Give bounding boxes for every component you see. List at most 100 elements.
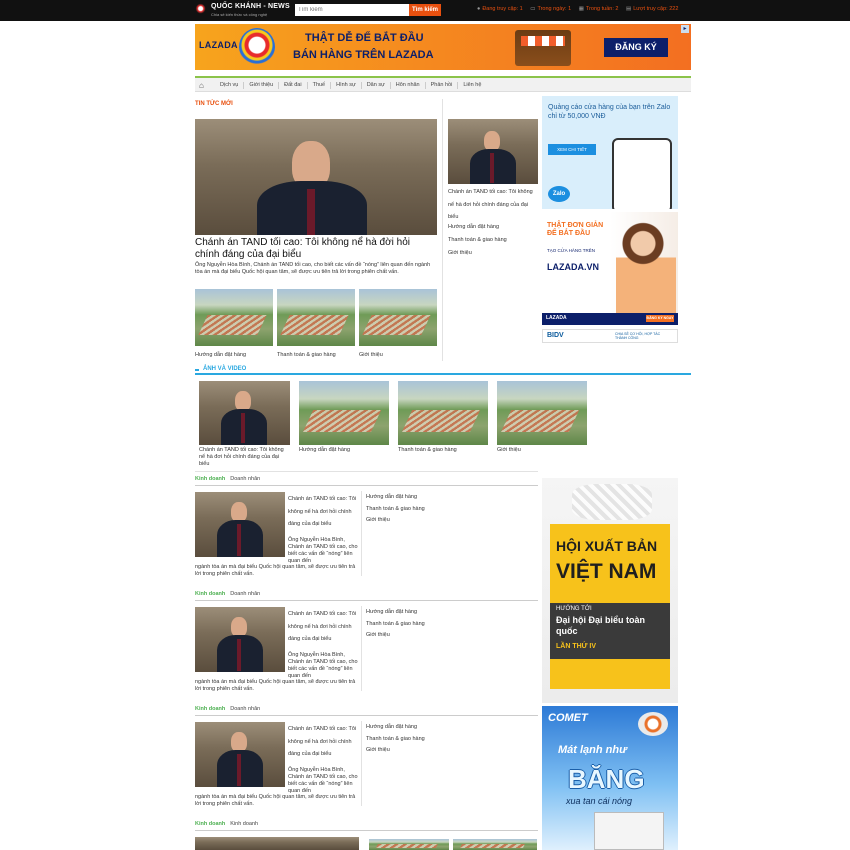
divider [361, 491, 362, 576]
bidv-logo: BIDV [547, 332, 564, 339]
category-sub[interactable]: Doanh nhân [230, 706, 260, 712]
stat-online: ● Đang truy cập: 1 [477, 6, 523, 12]
thumb-caption-3[interactable]: Giới thiệu [359, 352, 383, 359]
zalo-ad[interactable]: Quảng cáo cửa hàng của bạn trên Zalo chỉ… [542, 96, 678, 209]
nav-item-dan-su[interactable]: Dân sự [362, 82, 391, 89]
category-image-4[interactable] [195, 837, 359, 850]
category-header-1: Kinh doanh Doanh nhân [195, 476, 538, 486]
video-image-4[interactable] [497, 381, 587, 445]
bidv-ad[interactable]: BIDV CHIA SẺ CƠ HỘI, HỢP TÁC THÀNH CÔNG [542, 329, 678, 343]
lazada-ad-sub: TẠO CỬA HÀNG TRÊN [547, 248, 596, 253]
comet-sub: xua tan cái nóng [566, 796, 633, 806]
calendar-icon: ▭ [530, 6, 536, 12]
stat-total: ▤ Lượt truy cập: 222 [625, 6, 679, 12]
category-title[interactable]: Kinh doanh [195, 591, 225, 597]
comet-ad[interactable]: COMET Mát lạnh như BĂNG xua tan cái nóng [542, 706, 678, 850]
category-link[interactable]: Thanh toán & giao hàng [366, 621, 425, 628]
side-news-caption[interactable]: Chánh án TAND tối cao: Tôi không nể hà đ… [448, 186, 538, 224]
lazada-side-ad[interactable]: THẬT ĐƠN GIẢN ĐỂ BẮT ĐẦU TẠO CỬA HÀNG TR… [542, 212, 678, 325]
banner-register-button[interactable]: ĐĂNG KÝ [604, 38, 668, 57]
publishing-association-ad[interactable]: HỘI XUẤT BẢN VIỆT NAM HƯỚNG TỚI Đại hội … [542, 478, 678, 703]
category-link[interactable]: Giới thiệu [366, 747, 390, 754]
category-image-2[interactable] [195, 607, 285, 672]
category-title-3[interactable]: Chánh án TAND tối cao: Tôi không nể hà đ… [288, 723, 358, 761]
video-section-header: ẢNH VÀ VIDEO [195, 366, 691, 375]
nav-item-gioi-thieu[interactable]: Giới thiệu [244, 82, 280, 89]
category-link[interactable]: Thanh toán & giao hàng [366, 506, 425, 513]
search-input[interactable] [295, 4, 409, 16]
category-title-2[interactable]: Chánh án TAND tối cao: Tôi không nể hà đ… [288, 608, 358, 646]
home-icon[interactable]: ⌂ [199, 81, 204, 90]
nav-item-hinh-su[interactable]: Hình sự [331, 82, 362, 89]
category-summary-2: Ông Nguyễn Hòa Bình, Chánh án TAND tối c… [288, 652, 358, 679]
lazada-ad-button[interactable]: ĐĂNG KÝ NGAY [646, 315, 674, 322]
comet-logo: COMET [548, 712, 588, 724]
video-image-2[interactable] [299, 381, 389, 445]
zalo-ad-text: Quảng cáo cửa hàng của bạn trên Zalo chỉ… [548, 104, 671, 120]
logo-icon [195, 3, 209, 17]
stat-today: ▭ Trong ngày: 1 [530, 6, 572, 12]
phone-icon [612, 138, 672, 209]
category-image-4b[interactable] [369, 839, 449, 850]
lazada-banner-ad[interactable]: LAZADA THẬT DỄ ĐỂ BẮT ĐẦU BÁN HÀNG TRÊN … [195, 24, 691, 70]
category-link[interactable]: Giới thiệu [366, 632, 390, 639]
latest-section-title: TIN TỨC MỚI [195, 101, 233, 107]
category-title[interactable]: Kinh doanh [195, 476, 225, 482]
category-sub[interactable]: Kinh doanh [230, 821, 258, 827]
category-image-3[interactable] [195, 722, 285, 787]
nav-item-phan-hoi[interactable]: Phản hồi [426, 82, 459, 89]
video-section-title: ẢNH VÀ VIDEO [203, 366, 247, 372]
category-title-1[interactable]: Chánh án TAND tối cao: Tôi không nể hà đ… [288, 493, 358, 531]
ad-close-icon[interactable]: ▸ [681, 25, 689, 33]
category-image-4c[interactable] [453, 839, 537, 850]
lazada-foot-logo: LAZADA [546, 315, 567, 321]
category-title[interactable]: Kinh doanh [195, 821, 225, 827]
thumb-image-2[interactable] [277, 289, 355, 346]
nav-item-dich-vu[interactable]: Dịch vụ [215, 82, 245, 89]
category-sub[interactable]: Doanh nhân [230, 476, 260, 482]
nav-item-lien-he[interactable]: Liên hệ [458, 82, 486, 89]
main-news-image[interactable] [195, 119, 437, 235]
video-caption-3[interactable]: Thanh toán & giao hàng [398, 447, 457, 454]
nav-item-thue[interactable]: Thuế [308, 82, 332, 89]
thumb-caption-1[interactable]: Hướng dẫn đặt hàng [195, 352, 246, 359]
category-link[interactable]: Giới thiệu [366, 517, 390, 524]
nav-item-hon-nhan[interactable]: Hôn nhân [391, 82, 426, 89]
zalo-ad-button[interactable]: XEM CHI TIẾT [548, 144, 596, 155]
site-logo[interactable]: QUỐC KHÁNH - NEWS Chia sẻ kiến thức và c… [195, 3, 290, 18]
online-icon: ● [477, 6, 481, 12]
search-button[interactable]: Tìm kiếm [409, 4, 441, 16]
side-news-image[interactable] [448, 119, 538, 184]
side-link-2[interactable]: Thanh toán & giao hàng [448, 237, 507, 244]
divider [361, 721, 362, 806]
hxb-title-2: VIỆT NAM [556, 560, 657, 583]
storefront-icon [515, 30, 571, 66]
air-cooler-image [594, 812, 664, 850]
video-caption-2[interactable]: Hướng dẫn đặt hàng [299, 447, 350, 454]
video-caption-4[interactable]: Giới thiệu [497, 447, 521, 454]
video-caption-1[interactable]: Chánh án TAND tối cao: Tôi không nể hà đ… [199, 447, 289, 468]
category-link[interactable]: Hướng dẫn đặt hàng [366, 494, 417, 501]
category-link[interactable]: Hướng dẫn đặt hàng [366, 724, 417, 731]
category-summary-rest-2: ngành tòa án mà đại biểu Quốc hội quan t… [195, 679, 356, 692]
side-link-1[interactable]: Hướng dẫn đặt hàng [448, 224, 499, 231]
stat-week: ▦ Trong tuần: 2 [578, 6, 619, 12]
nav-item-dat-dai[interactable]: Đất đai [279, 82, 308, 89]
category-link[interactable]: Hướng dẫn đặt hàng [366, 609, 417, 616]
category-image-1[interactable] [195, 492, 285, 557]
category-title[interactable]: Kinh doanh [195, 706, 225, 712]
bidv-slogan: CHIA SẺ CƠ HỘI, HỢP TÁC THÀNH CÔNG [615, 332, 661, 340]
video-image-3[interactable] [398, 381, 488, 445]
hxb-sub-3: LẦN THỨ IV [556, 643, 597, 650]
badge-icon [638, 712, 668, 736]
thumb-image-1[interactable] [195, 289, 273, 346]
video-image-1[interactable] [199, 381, 290, 445]
category-link[interactable]: Thanh toán & giao hàng [366, 736, 425, 743]
category-sub[interactable]: Doanh nhân [230, 591, 260, 597]
divider [361, 606, 362, 691]
thumb-caption-2[interactable]: Thanh toán & giao hàng [277, 352, 336, 359]
main-news-title[interactable]: Chánh án TAND tối cao: Tôi không nể hà đ… [195, 237, 435, 261]
side-link-3[interactable]: Giới thiệu [448, 250, 472, 257]
thumb-image-3[interactable] [359, 289, 437, 346]
column-divider [442, 99, 443, 361]
